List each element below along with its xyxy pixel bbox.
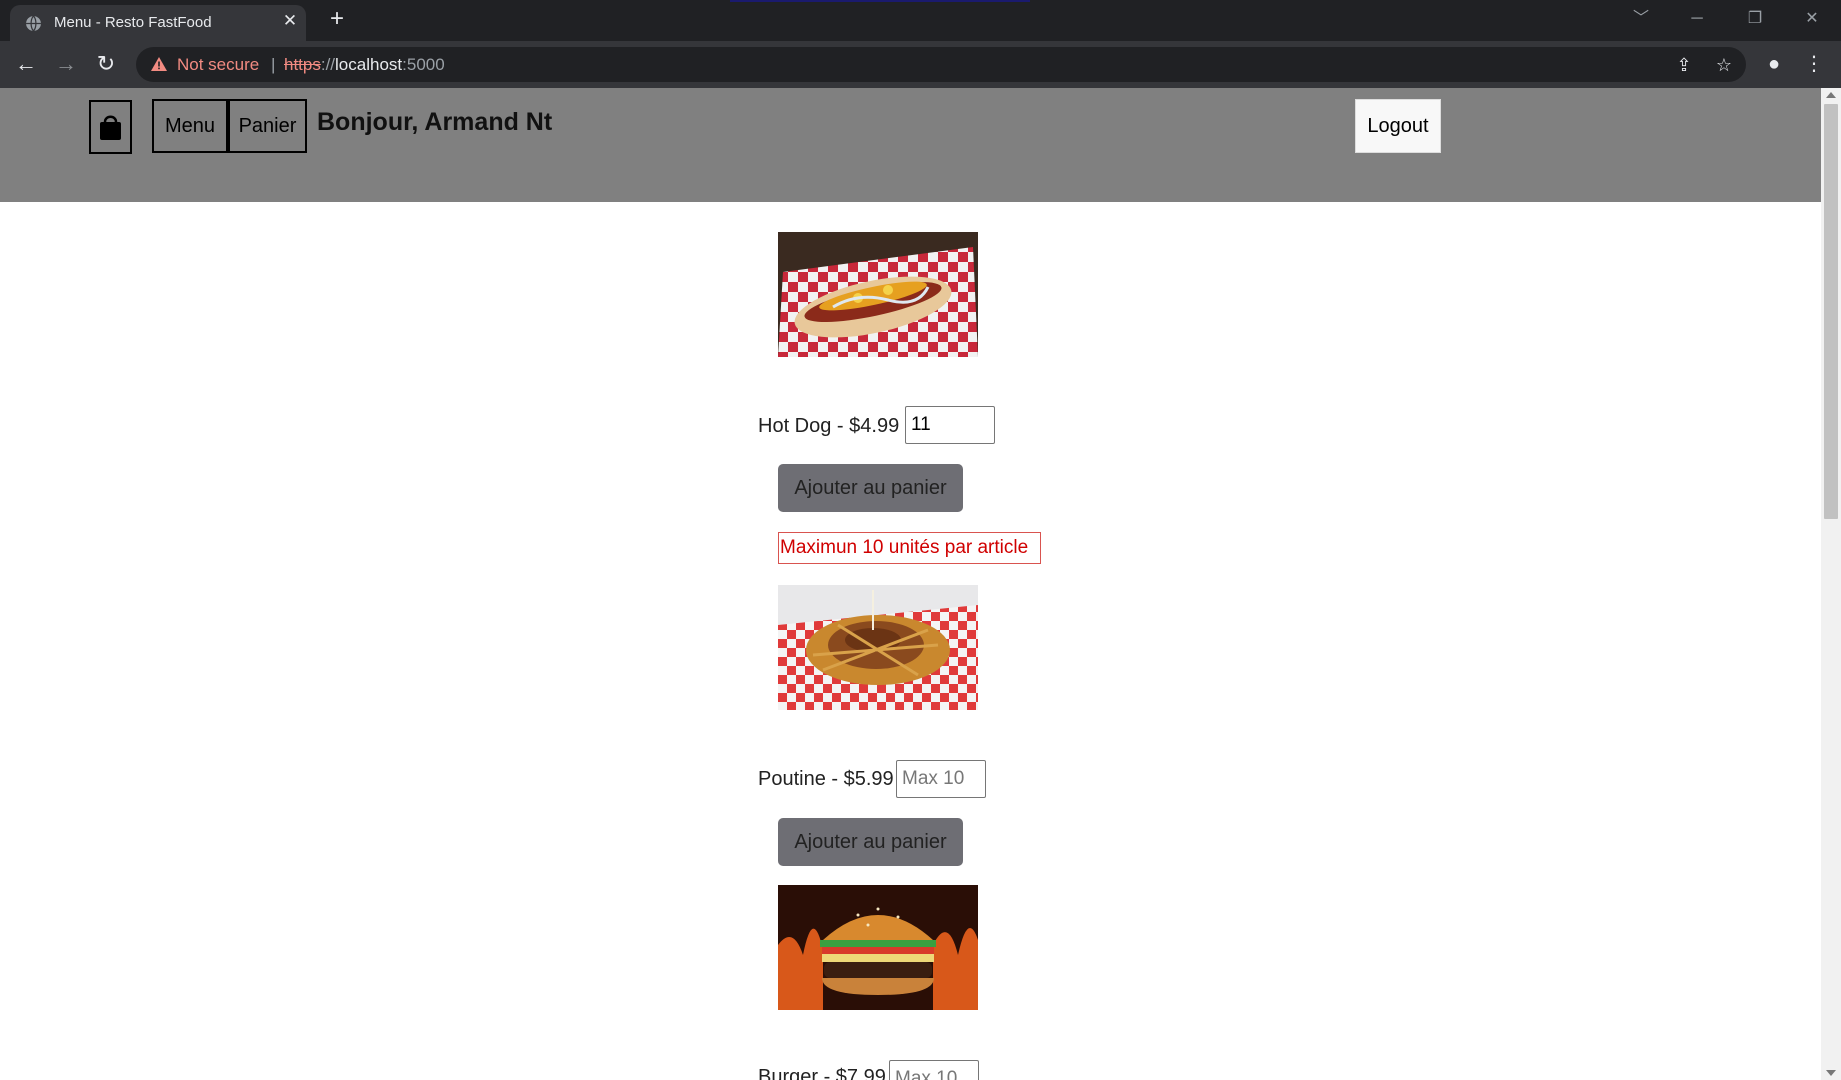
- poutine-image: [778, 585, 978, 710]
- page-viewport: Menu Panier Bonjour, Armand Nt Logout Ho…: [0, 88, 1841, 1080]
- more-menu-icon[interactable]: ⋮: [1800, 50, 1828, 78]
- browser-tab-strip: Menu - Resto FastFood ✕ + ﹀ ─ ❐ ✕: [0, 0, 1841, 41]
- quantity-input[interactable]: [896, 760, 986, 798]
- minimize-icon[interactable]: ─: [1682, 7, 1712, 31]
- burger-image: [778, 885, 978, 1010]
- nav-panier-link[interactable]: Panier: [228, 99, 307, 153]
- restore-icon[interactable]: ❐: [1740, 7, 1770, 31]
- scroll-up-icon[interactable]: [1826, 92, 1836, 98]
- back-icon[interactable]: ←: [11, 49, 41, 79]
- item-label: Burger - $7.99: [758, 1066, 886, 1080]
- tab-strip-accent: [730, 0, 1030, 2]
- page-scrollbar[interactable]: [1821, 88, 1841, 1080]
- url-scheme-separator: ://: [320, 55, 336, 74]
- security-label[interactable]: Not secure: [177, 55, 259, 75]
- url-scheme: https: [284, 55, 321, 74]
- browser-tab[interactable]: Menu - Resto FastFood ✕: [10, 5, 306, 41]
- window-close-icon[interactable]: ✕: [1797, 7, 1827, 31]
- url-host: localhost: [335, 55, 403, 74]
- globe-icon: [26, 15, 41, 32]
- tab-title: Menu - Resto FastFood: [54, 14, 212, 31]
- new-tab-icon[interactable]: +: [325, 7, 349, 32]
- cart-bag-button[interactable]: [89, 100, 132, 154]
- reload-icon[interactable]: ↻: [91, 49, 121, 79]
- star-icon[interactable]: ☆: [1713, 55, 1735, 75]
- add-to-cart-button[interactable]: Ajouter au panier: [778, 818, 963, 866]
- add-to-cart-button[interactable]: Ajouter au panier: [778, 464, 963, 512]
- shopping-bag-icon: [100, 115, 121, 140]
- browser-toolbar: ← → ↻ Not secure | https://localhost:500…: [0, 41, 1841, 88]
- profile-icon[interactable]: ●: [1760, 50, 1788, 78]
- error-message: Maximun 10 unités par article: [778, 532, 1041, 564]
- item-label: Hot Dog - $4.99: [758, 415, 900, 437]
- share-icon[interactable]: ⇪: [1673, 55, 1695, 75]
- forward-icon[interactable]: →: [51, 49, 81, 79]
- url-text: https://localhost:5000: [284, 55, 445, 75]
- logout-button[interactable]: Logout: [1355, 99, 1441, 153]
- quantity-input[interactable]: [905, 406, 995, 444]
- scroll-down-icon[interactable]: [1826, 1070, 1836, 1076]
- scrollbar-thumb[interactable]: [1824, 104, 1838, 519]
- address-bar[interactable]: Not secure | https://localhost:5000 ⇪ ☆: [136, 47, 1746, 82]
- item-label: Poutine - $5.99: [758, 768, 894, 790]
- url-port: :5000: [402, 55, 445, 74]
- warning-icon: [151, 57, 167, 71]
- nav-menu-link[interactable]: Menu: [152, 99, 228, 153]
- close-icon[interactable]: ✕: [280, 11, 300, 31]
- chevron-down-icon[interactable]: ﹀: [1626, 7, 1656, 31]
- greeting-text: Bonjour, Armand Nt: [317, 108, 553, 136]
- quantity-input[interactable]: [889, 1060, 979, 1080]
- url-separator: |: [271, 55, 276, 74]
- hot-dog-image: [778, 232, 978, 357]
- site-header: Menu Panier Bonjour, Armand Nt Logout: [0, 88, 1821, 202]
